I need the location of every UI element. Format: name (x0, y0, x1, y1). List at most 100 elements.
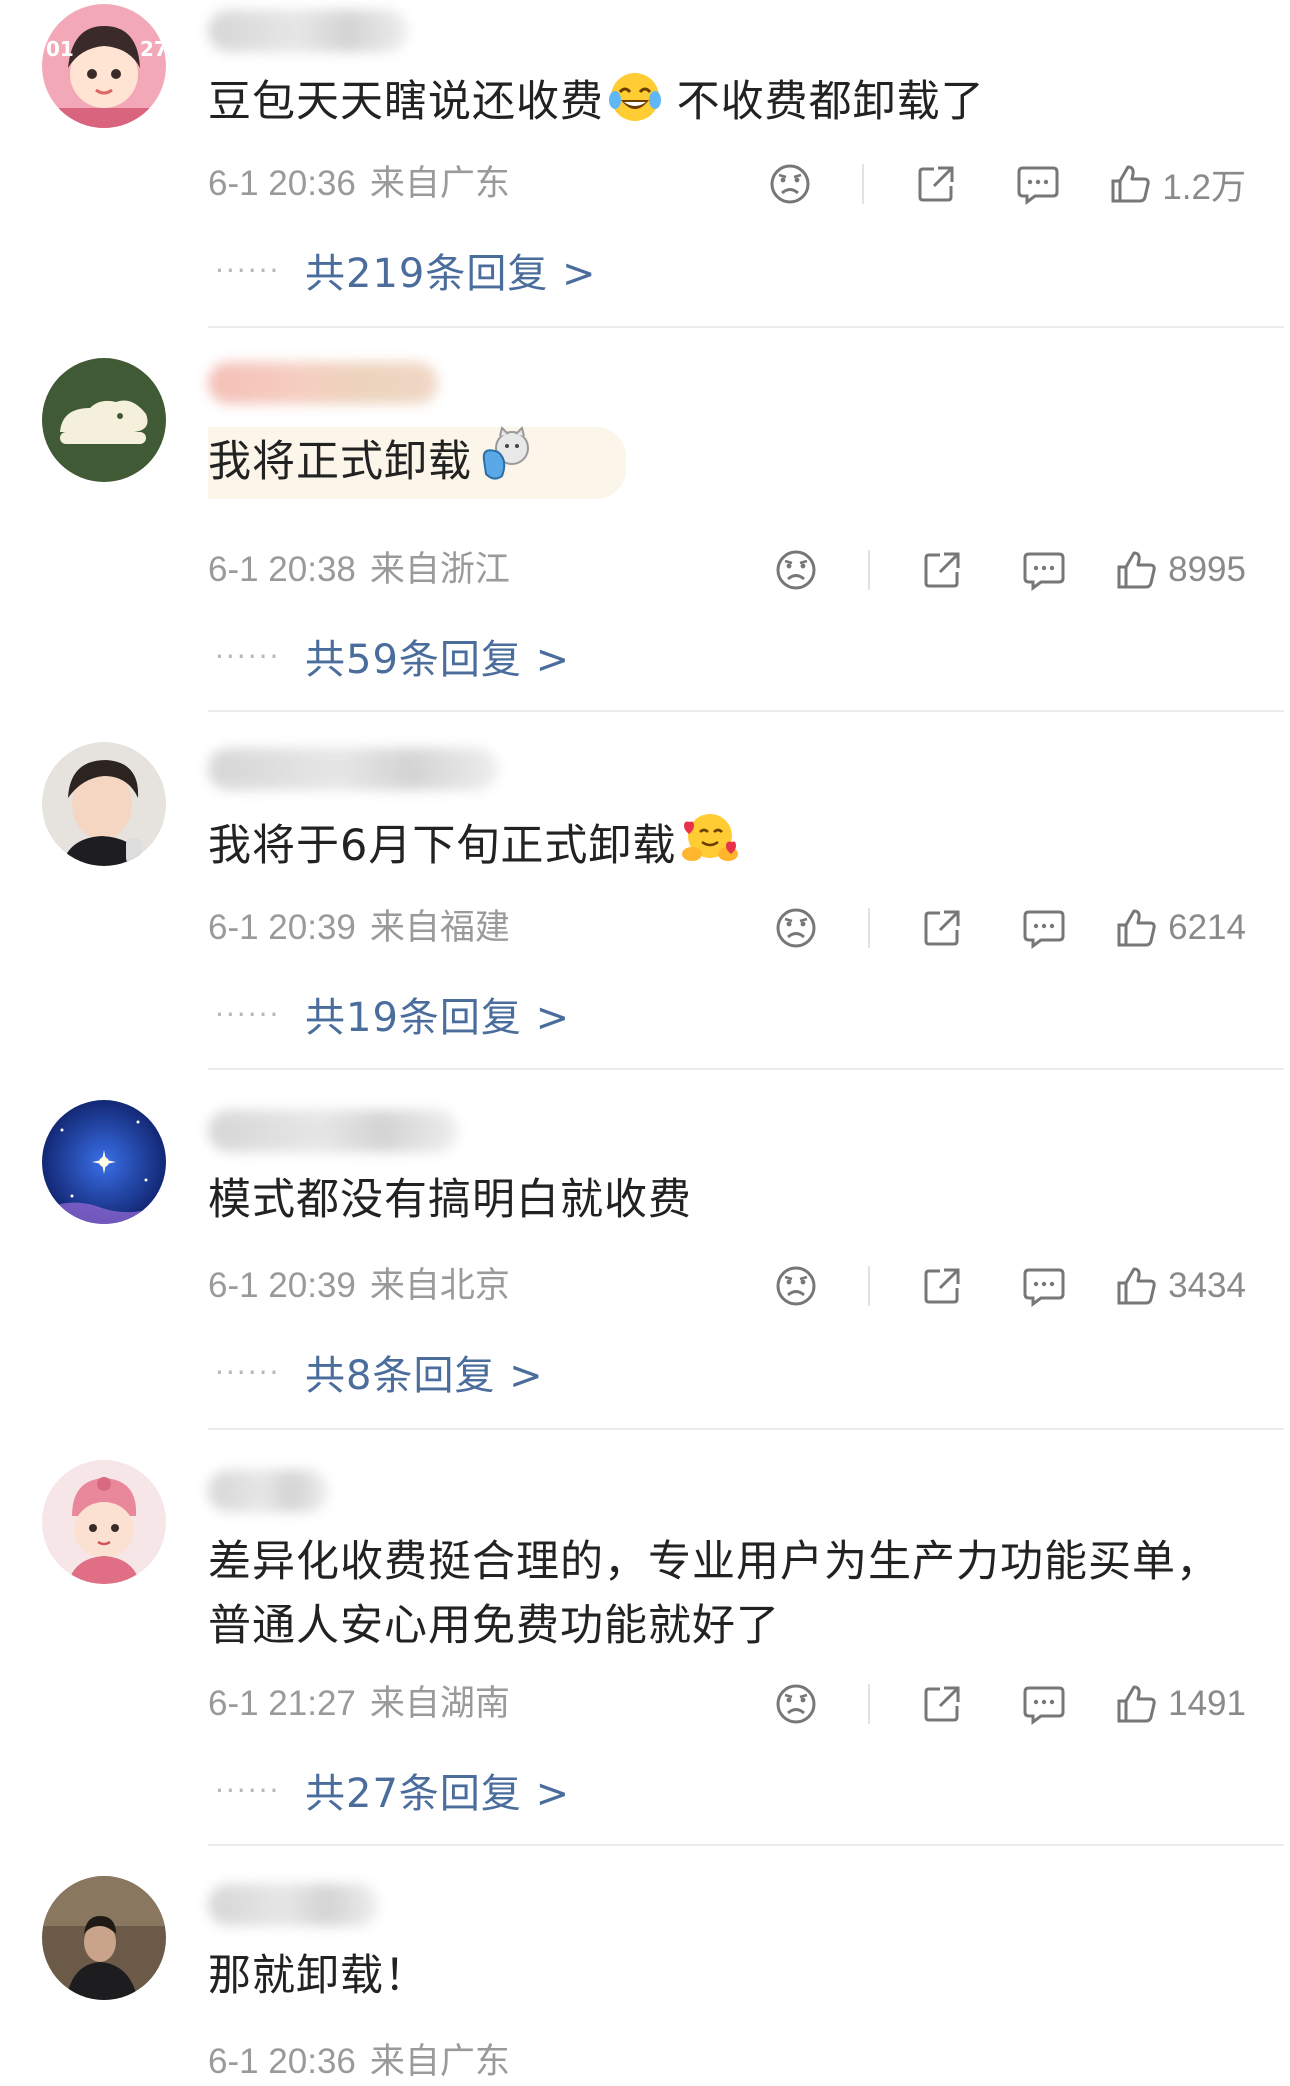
comment-button[interactable] (1014, 1674, 1074, 1734)
comment-meta: 6-1 20:36 来自广东 (208, 162, 510, 206)
comment-icon (1023, 910, 1065, 949)
like-count: 6214 (1168, 908, 1246, 947)
view-replies-link[interactable]: 共27条回复 > (305, 1761, 570, 1819)
comment-location: 来自浙江 (369, 550, 510, 589)
view-replies-link[interactable]: 共19条回复 > (305, 985, 570, 1043)
comment-date: 6-1 20:36 (208, 2042, 356, 2081)
comment-text: 差异化收费挺合理的，专业用户为生产力功能买单， 普通人安心用免费功能就好了 (208, 1537, 1220, 1651)
comment-location: 来自广东 (369, 2042, 510, 2081)
dislike-button[interactable] (766, 1674, 826, 1734)
thumbs-up-icon (1117, 909, 1156, 947)
comment-icon (1023, 1686, 1065, 1725)
share-button[interactable] (912, 1674, 972, 1734)
comment-text: 那就卸载！ (208, 1951, 428, 2001)
replies-row[interactable]: ······ 共59条回复 > (215, 626, 570, 686)
dislike-button[interactable] (766, 1256, 826, 1316)
comment-button[interactable] (1014, 1256, 1074, 1316)
avatar[interactable] (42, 358, 166, 482)
avatar[interactable] (42, 1460, 166, 1584)
action-separator (868, 1684, 871, 1724)
comment-feed: 01 27 豆包天天瞎说还收费 不收费都卸载了 6-1 20:36 来自广东 1… (0, 0, 1290, 2086)
avatar[interactable] (42, 1876, 166, 2000)
replies-row[interactable]: ······ 共27条回复 > (215, 1760, 570, 1820)
avatar[interactable] (42, 742, 166, 866)
view-replies-link[interactable]: 共8条回复 > (305, 1343, 544, 1401)
share-button[interactable] (912, 540, 972, 600)
comment-location: 来自北京 (369, 1266, 510, 1305)
like-button[interactable]: 1.2万 (1108, 159, 1246, 210)
view-replies-link[interactable]: 共219条回复 > (305, 241, 597, 299)
divider (208, 326, 1284, 328)
share-icon (924, 552, 960, 588)
comment-button[interactable] (1008, 154, 1068, 214)
like-button[interactable]: 8995 (1114, 548, 1246, 592)
sad-face-icon (776, 550, 816, 590)
share-icon (924, 1686, 960, 1722)
username-blurred[interactable] (208, 1470, 328, 1512)
replies-row[interactable]: ······ 共219条回复 > (215, 240, 597, 300)
sad-face-icon (770, 164, 810, 204)
comment-button[interactable] (1014, 540, 1074, 600)
dislike-button[interactable] (760, 154, 820, 214)
like-button[interactable]: 3434 (1114, 1264, 1246, 1308)
username-blurred[interactable] (208, 1884, 378, 1926)
like-button[interactable]: 1491 (1114, 1682, 1246, 1726)
username-blurred[interactable] (208, 748, 498, 790)
like-count: 3434 (1168, 1266, 1246, 1305)
avatar[interactable]: 01 27 (42, 4, 166, 128)
share-button[interactable] (912, 898, 972, 958)
comment-actions: 1491 (766, 1674, 1246, 1734)
share-button[interactable] (906, 154, 966, 214)
comment-icon (1017, 166, 1059, 205)
thumbs-up-icon (1117, 551, 1156, 589)
sad-face-icon (776, 1266, 816, 1306)
replies-row[interactable]: ······ 共8条回复 > (215, 1342, 544, 1402)
comment-meta: 6-1 20:36 来自广东 (208, 2040, 510, 2084)
username-blurred[interactable] (208, 1110, 458, 1152)
comment-date: 6-1 21:27 (208, 1684, 356, 1723)
sad-face-icon (776, 1684, 816, 1724)
comment-text: 我将于6月下旬正式卸载 (208, 808, 1230, 878)
like-count: 1491 (1168, 1684, 1246, 1723)
comment-actions: 6214 (766, 898, 1246, 958)
comment-location: 来自广东 (369, 164, 510, 203)
sad-face-icon (776, 908, 816, 948)
ellipsis-dots: ······ (215, 639, 281, 673)
action-separator (868, 1266, 871, 1306)
comment-location: 来自福建 (369, 908, 510, 947)
avatar[interactable] (42, 1100, 166, 1224)
comment-date: 6-1 20:36 (208, 164, 356, 203)
share-button[interactable] (912, 1256, 972, 1316)
ellipsis-dots: ······ (215, 997, 281, 1031)
comment-button[interactable] (1014, 898, 1074, 958)
dislike-button[interactable] (766, 540, 826, 600)
comment-date: 6-1 20:39 (208, 908, 356, 947)
like-count: 1.2万 (1162, 167, 1246, 207)
share-icon (924, 1268, 960, 1304)
username-blurred[interactable] (208, 10, 408, 52)
comment-meta: 6-1 20:39 来自福建 (208, 906, 510, 950)
like-button[interactable]: 6214 (1114, 906, 1246, 950)
comment-meta: 6-1 21:27 来自湖南 (208, 1682, 510, 1726)
ellipsis-dots: ······ (215, 1355, 281, 1389)
comment-text: 豆包天天瞎说还收费 不收费都卸载了 (208, 70, 1230, 134)
comment-text: 模式都没有搞明白就收费 (208, 1175, 692, 1225)
tears-of-joy-emoji (608, 70, 662, 124)
replies-row[interactable]: ······ 共19条回复 > (215, 984, 570, 1044)
comment-actions: 1.2万 (760, 154, 1246, 214)
divider (208, 1068, 1284, 1070)
hugging-face-emoji (680, 808, 740, 868)
comment-location: 来自湖南 (369, 1684, 510, 1723)
ellipsis-dots: ······ (215, 253, 281, 287)
like-count: 8995 (1168, 550, 1246, 589)
action-separator (862, 164, 865, 204)
share-icon (924, 910, 960, 946)
dislike-button[interactable] (766, 898, 826, 958)
username-blurred[interactable] (208, 362, 438, 404)
view-replies-link[interactable]: 共59条回复 > (305, 627, 570, 685)
action-separator (868, 908, 871, 948)
thumbs-up-icon (1111, 165, 1150, 203)
action-separator (868, 550, 871, 590)
thumbs-up-icon (1117, 1685, 1156, 1723)
divider (208, 1844, 1284, 1846)
